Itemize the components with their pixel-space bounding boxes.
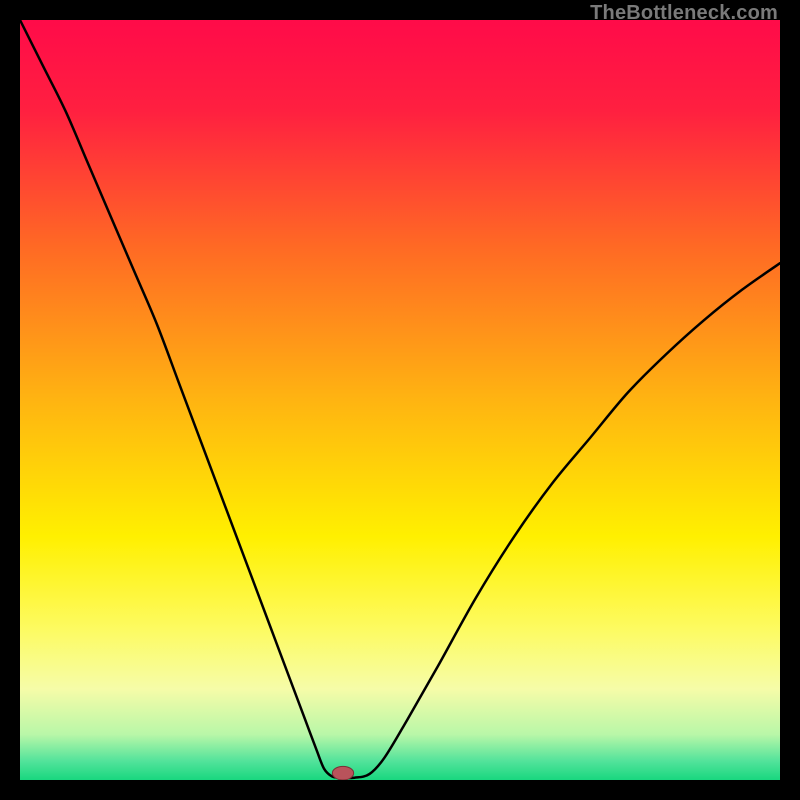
optimal-point-marker (332, 766, 353, 780)
chart-frame: TheBottleneck.com (0, 0, 800, 800)
plot-area (20, 20, 780, 780)
chart-svg (20, 20, 780, 780)
gradient-background (20, 20, 780, 780)
watermark-text: TheBottleneck.com (590, 2, 778, 25)
